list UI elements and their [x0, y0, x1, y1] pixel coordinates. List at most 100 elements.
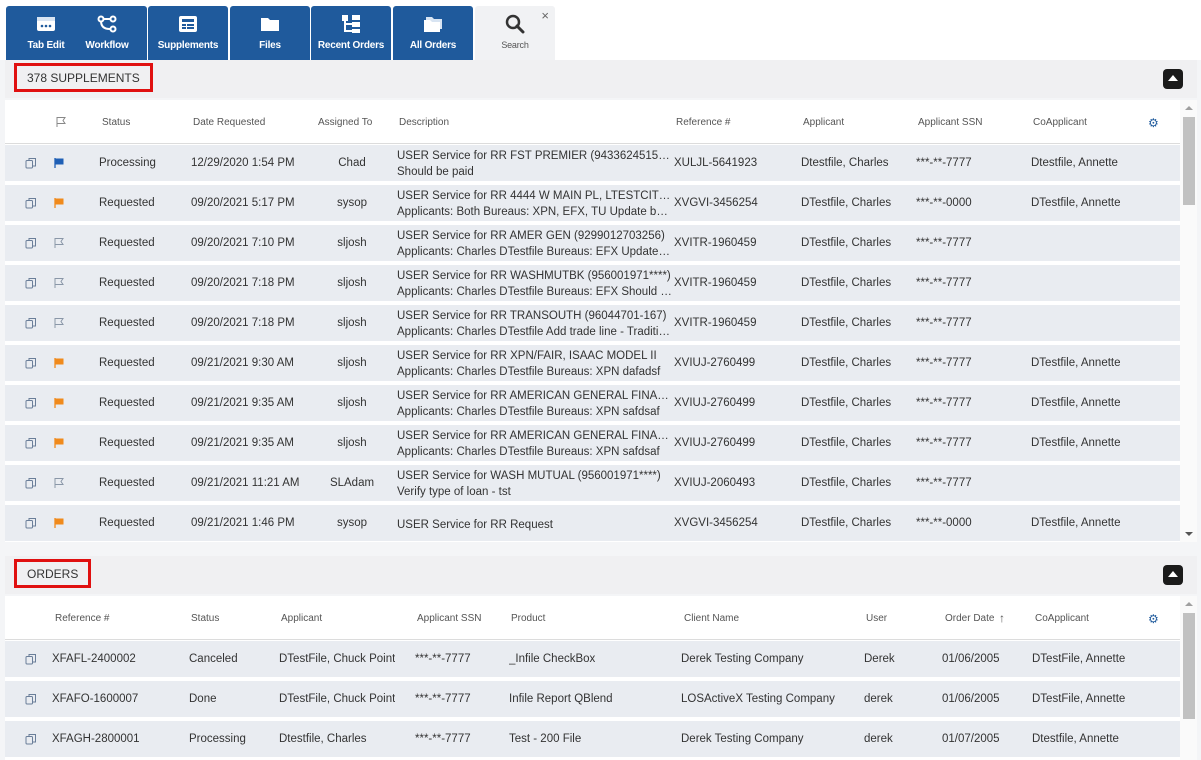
copy-icon[interactable] — [25, 397, 37, 409]
row-date: 09/20/2021 7:18 PM — [191, 277, 295, 289]
row-reference: XVITR-1960459 — [674, 277, 757, 289]
flag-icon[interactable] — [53, 517, 65, 529]
flag-icon[interactable] — [53, 277, 65, 289]
row-assigned: sljosh — [337, 317, 367, 329]
flag-icon[interactable] — [53, 197, 65, 209]
copy-icon[interactable] — [25, 653, 37, 665]
supplements-collapse-button[interactable] — [1163, 69, 1183, 89]
col-reference[interactable]: Reference # — [676, 117, 730, 128]
table-row[interactable]: Requested 09/21/2021 11:21 AM SLAdam USER S… — [5, 465, 1180, 503]
row-status: Requested — [99, 437, 155, 449]
row-ssn: ***-**-7777 — [916, 237, 972, 249]
supplements-panel-header: 378 SUPPLEMENTS — [5, 60, 1197, 98]
order-ssn: ***-**-7777 — [415, 653, 471, 665]
tab-recent-orders[interactable]: Recent Orders — [311, 6, 391, 60]
col-coapplicant[interactable]: CoApplicant — [1033, 117, 1087, 128]
orders-collapse-button[interactable] — [1163, 565, 1183, 585]
row-ssn: ***-**-0000 — [916, 517, 972, 529]
copy-icon[interactable] — [25, 517, 37, 529]
flag-column-icon[interactable] — [55, 116, 67, 128]
orders-scroll-thumb[interactable] — [1183, 613, 1195, 719]
row-date: 09/21/2021 11:21 AM — [191, 477, 300, 489]
row-date: 09/21/2021 9:35 AM — [191, 437, 294, 449]
col-applicant[interactable]: Applicant — [803, 117, 844, 128]
col-order-status[interactable]: Status — [191, 613, 219, 624]
table-row[interactable]: Requested 09/21/2021 9:35 AM sljosh USER Se… — [5, 425, 1180, 463]
col-order-user[interactable]: User — [866, 613, 887, 624]
order-user: Derek — [864, 653, 895, 665]
flag-icon[interactable] — [53, 237, 65, 249]
order-coapplicant: DTestFile, Annette — [1032, 693, 1126, 705]
copy-icon[interactable] — [25, 157, 37, 169]
orders-scrollbar[interactable] — [1180, 596, 1197, 760]
table-row[interactable]: Requested 09/21/2021 9:30 AM sljosh USER Se… — [5, 345, 1180, 383]
copy-icon[interactable] — [25, 477, 37, 489]
copy-icon[interactable] — [25, 693, 37, 705]
row-applicant: DTestfile, Charles — [801, 477, 892, 489]
col-order-coapplicant[interactable]: CoApplicant — [1035, 613, 1089, 624]
copy-icon[interactable] — [25, 437, 37, 449]
table-row[interactable]: Processing 12/29/2020 1:54 PM Chad USER Ser… — [5, 145, 1180, 183]
flag-icon[interactable] — [53, 477, 65, 489]
close-icon[interactable]: × — [541, 8, 549, 23]
copy-icon[interactable] — [25, 317, 37, 329]
row-applicant: Dtestfile, Charles — [801, 157, 889, 169]
table-row[interactable]: Requested 09/20/2021 5:17 PM sysop USER Ser… — [5, 185, 1180, 223]
row-status: Requested — [99, 477, 155, 489]
col-order-applicant[interactable]: Applicant — [281, 613, 322, 624]
col-order-client-name[interactable]: Client Name — [684, 613, 739, 624]
table-row[interactable]: Requested 09/20/2021 7:10 PM sljosh USER Se… — [5, 225, 1180, 263]
row-applicant: DTestfile, Charles — [801, 357, 892, 369]
table-row[interactable]: XFAGH-2800001 Processing Dtestfile, Charle… — [5, 721, 1180, 759]
order-client-name: LOSActiveX Testing Company — [681, 693, 835, 705]
row-coapplicant: DTestfile, Annette — [1031, 517, 1121, 529]
row-description-line2: Applicants: Both Bureaus: XPN, EFX, TU U… — [397, 206, 672, 218]
flag-icon[interactable] — [53, 397, 65, 409]
flag-icon[interactable] — [53, 437, 65, 449]
row-coapplicant: DTestfile, Annette — [1031, 437, 1121, 449]
order-reference: XFAFL-2400002 — [52, 653, 136, 665]
tab-files[interactable]: Files — [230, 6, 310, 60]
settings-gear-icon[interactable]: ⚙ — [1148, 117, 1160, 129]
row-reference: XVIUJ-2760499 — [674, 437, 756, 449]
row-ssn: ***-**-7777 — [916, 317, 972, 329]
row-applicant: DTestfile, Charles — [801, 437, 892, 449]
col-order-applicant-ssn[interactable]: Applicant SSN — [417, 613, 481, 624]
col-assigned-to[interactable]: Assigned To — [318, 117, 372, 128]
tab-all-orders[interactable]: All Orders — [393, 6, 473, 60]
flag-icon[interactable] — [53, 357, 65, 369]
col-order-date[interactable]: Order Date — [945, 613, 994, 624]
scroll-down-icon[interactable] — [1185, 532, 1193, 536]
row-assigned: sljosh — [337, 397, 367, 409]
col-description[interactable]: Description — [399, 117, 449, 128]
col-date-requested[interactable]: Date Requested — [193, 117, 265, 128]
row-description-line1: USER Service for RR FST PREMIER (9433624… — [397, 150, 672, 162]
col-order-reference[interactable]: Reference # — [55, 613, 109, 624]
orders-scroll-up-icon[interactable] — [1185, 602, 1193, 606]
flag-icon[interactable] — [53, 317, 65, 329]
table-row[interactable]: Requested 09/21/2021 1:46 PM sysop USER Ser… — [5, 505, 1180, 542]
sort-ascending-icon[interactable]: ↑ — [999, 611, 1005, 625]
copy-icon[interactable] — [25, 733, 37, 745]
table-row[interactable]: Requested 09/21/2021 9:35 AM sljosh USER Se… — [5, 385, 1180, 423]
supplements-scrollbar[interactable] — [1180, 100, 1197, 542]
table-row[interactable]: XFAFL-2400002 Canceled DTestFile, Chuck Po… — [5, 641, 1180, 679]
copy-icon[interactable] — [25, 277, 37, 289]
tab-search[interactable]: Search × — [475, 6, 555, 60]
copy-icon[interactable] — [25, 237, 37, 249]
orders-settings-gear-icon[interactable]: ⚙ — [1148, 613, 1160, 625]
col-order-product[interactable]: Product — [511, 613, 545, 624]
tab-workflow[interactable]: Workflow — [67, 6, 147, 60]
col-applicant-ssn[interactable]: Applicant SSN — [918, 117, 982, 128]
tab-supplements[interactable]: Supplements — [148, 6, 228, 60]
table-row[interactable]: XFAFO-1600007 Done DTestFile, Chuck Point *… — [5, 681, 1180, 719]
flag-icon[interactable] — [53, 157, 65, 169]
table-row[interactable]: Requested 09/20/2021 7:18 PM sljosh USER Se… — [5, 305, 1180, 343]
col-status[interactable]: Status — [102, 117, 130, 128]
copy-icon[interactable] — [25, 197, 37, 209]
table-row[interactable]: Requested 09/20/2021 7:18 PM sljosh USER Se… — [5, 265, 1180, 303]
copy-icon[interactable] — [25, 357, 37, 369]
scroll-thumb[interactable] — [1183, 117, 1195, 205]
row-ssn: ***-**-0000 — [916, 197, 972, 209]
scroll-up-icon[interactable] — [1185, 106, 1193, 110]
